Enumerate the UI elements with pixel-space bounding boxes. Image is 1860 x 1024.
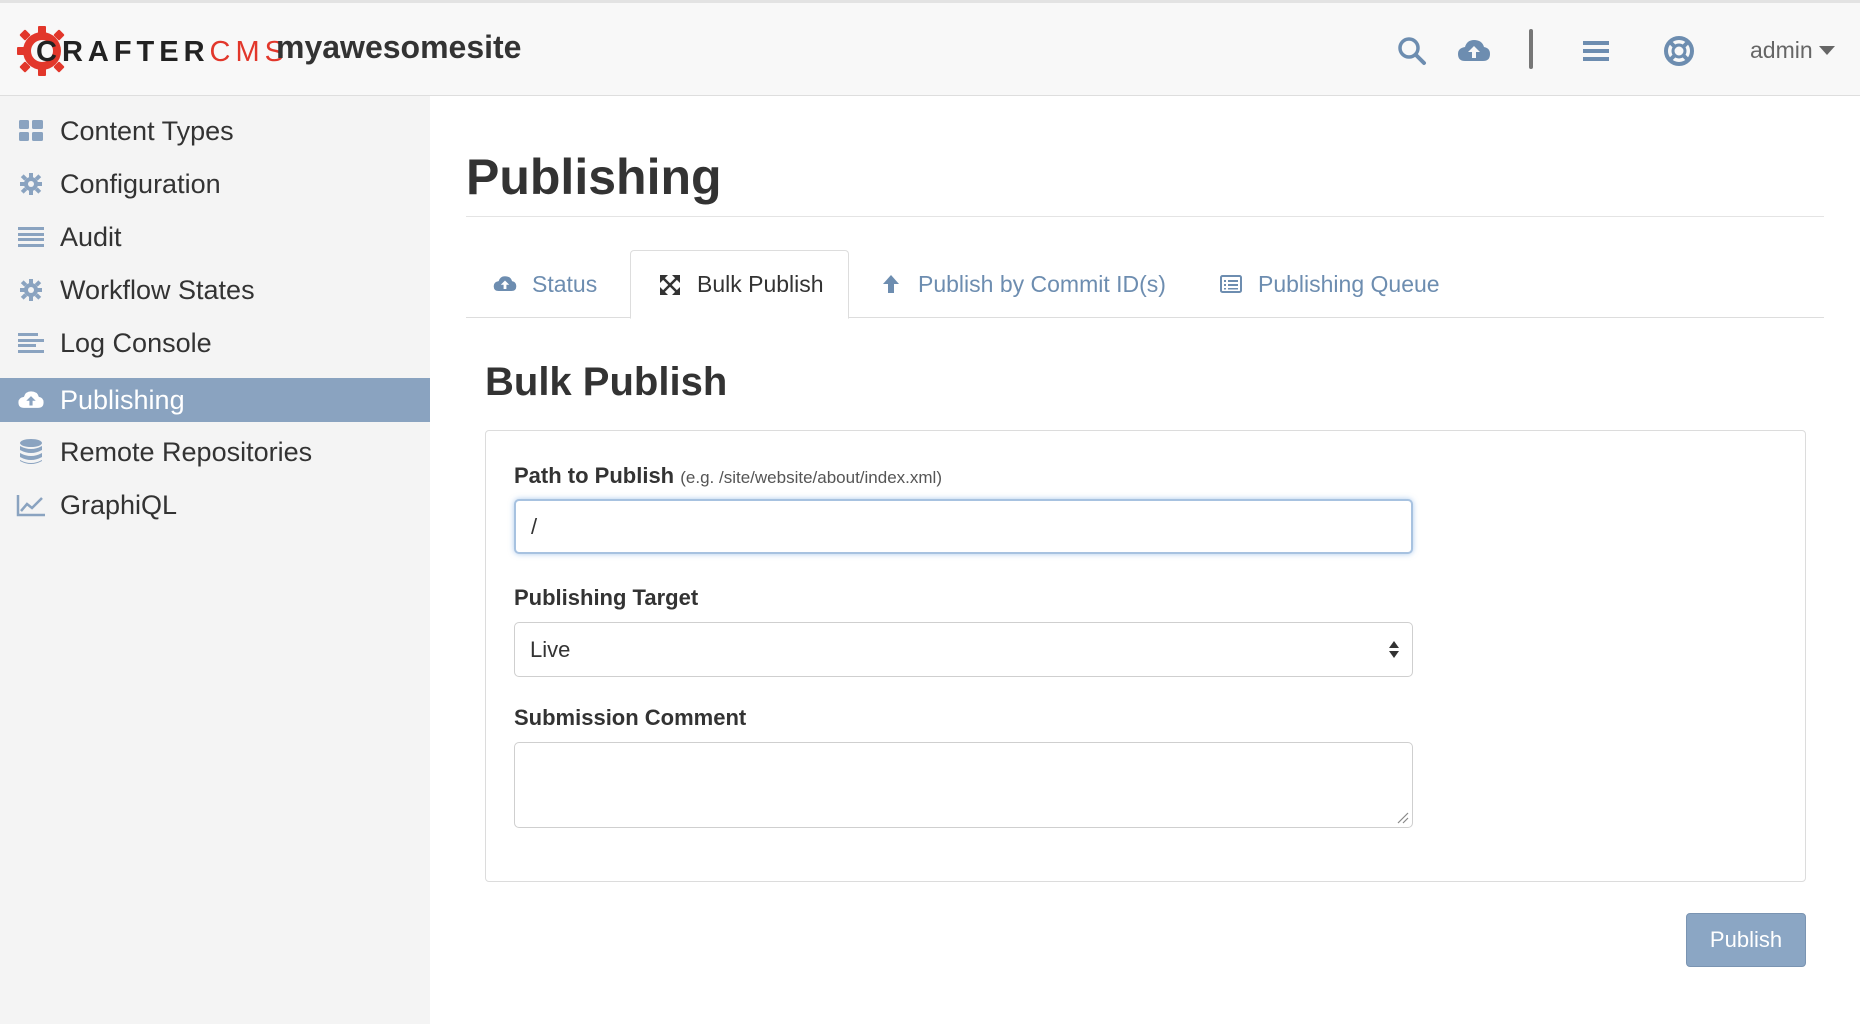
sidebar-item-label: Audit (60, 221, 122, 252)
hamburger-menu-icon[interactable] (1578, 33, 1614, 69)
sidebar-item-content-types[interactable]: Content Types (0, 109, 430, 153)
top-header: CRAFTERCMS myawesomesite admin (0, 0, 1860, 96)
sidebar-item-label: Remote Repositories (60, 436, 313, 467)
sidebar-item-label: Content Types (60, 115, 234, 146)
cloud-upload-icon (492, 271, 518, 297)
sidebar-item-log-console[interactable]: Log Console (0, 321, 430, 365)
comment-wrapper (514, 742, 1413, 828)
submission-comment-textarea[interactable] (514, 742, 1413, 828)
sidebar-item-configuration[interactable]: Configuration (0, 162, 430, 206)
tab-label: Bulk Publish (697, 271, 824, 297)
database-icon (16, 437, 46, 467)
tab-label: Status (532, 270, 598, 297)
path-input[interactable] (514, 499, 1413, 554)
resize-grip-icon[interactable] (1397, 812, 1409, 824)
page-title: Publishing (466, 149, 722, 205)
list-alt-icon (1218, 271, 1244, 297)
align-left-icon (16, 328, 46, 358)
user-label: admin (1750, 37, 1813, 63)
publish-button[interactable]: Publish (1686, 913, 1806, 967)
sidebar-item-label: GraphiQL (60, 489, 178, 520)
gear-icon (16, 275, 46, 305)
tab-bar: Status Bulk Publish Publish by Commit ID… (466, 250, 1824, 319)
path-label: Path to Publish (e.g. /site/website/abou… (514, 463, 942, 488)
cloud-upload-icon (16, 385, 46, 415)
tab-status[interactable]: Status (492, 250, 597, 318)
tab-publish-by-commit[interactable]: Publish by Commit ID(s) (878, 250, 1166, 318)
grid-icon (16, 116, 46, 146)
header-divider (1529, 29, 1533, 69)
publishing-target-label: Publishing Target (514, 585, 699, 610)
list-icon (16, 222, 46, 252)
publishing-target-value: Live (530, 636, 571, 662)
cloud-upload-icon[interactable] (1456, 33, 1492, 69)
sidebar-item-label: Workflow States (60, 274, 255, 305)
sidebar-item-label: Log Console (60, 327, 212, 358)
tab-bulk-publish[interactable]: Bulk Publish (630, 250, 849, 319)
help-lifebuoy-icon[interactable] (1661, 33, 1697, 69)
publishing-target-select[interactable]: Live (514, 622, 1413, 677)
sidebar-item-workflow-states[interactable]: Workflow States (0, 268, 430, 312)
chevron-down-icon (1818, 46, 1835, 55)
select-arrows-icon (1389, 641, 1399, 658)
sidebar-item-audit[interactable]: Audit (0, 215, 430, 259)
sidebar-item-label: Configuration (60, 168, 221, 199)
sidebar-item-publishing[interactable]: Publishing (0, 378, 430, 422)
tab-publishing-queue[interactable]: Publishing Queue (1218, 250, 1440, 318)
arrow-up-icon (878, 271, 904, 297)
sidebar: Content Types Configuration Audit Workfl… (0, 96, 430, 1024)
sidebar-item-label: Publishing (60, 384, 185, 415)
divider (466, 216, 1824, 217)
crafter-cms-logo[interactable]: CRAFTERCMS (16, 23, 284, 79)
path-hint: (e.g. /site/website/about/index.xml) (680, 468, 942, 487)
submission-comment-label: Submission Comment (514, 705, 747, 730)
site-name[interactable]: myawesomesite (276, 29, 521, 66)
sidebar-item-graphiql[interactable]: GraphiQL (0, 483, 430, 527)
gear-icon (16, 169, 46, 199)
section-title: Bulk Publish (485, 360, 728, 404)
logo-text: CRAFTERCMS (36, 36, 289, 68)
sidebar-item-remote-repositories[interactable]: Remote Repositories (0, 430, 430, 474)
user-menu[interactable]: admin (1750, 37, 1835, 64)
tab-label: Publish by Commit ID(s) (918, 270, 1166, 297)
line-chart-icon (16, 490, 46, 520)
tab-label: Publishing Queue (1258, 270, 1440, 297)
gear-logo-icon: CRAFTERCMS (16, 23, 284, 79)
search-icon[interactable] (1394, 33, 1430, 69)
bulk-publish-form: Path to Publish (e.g. /site/website/abou… (485, 430, 1806, 882)
expand-arrows-icon (657, 272, 683, 298)
